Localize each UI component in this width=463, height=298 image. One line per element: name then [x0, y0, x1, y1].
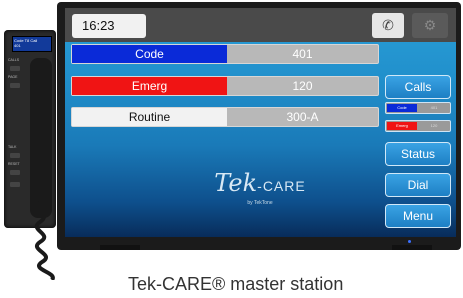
touch-screen: 16:23 ✆ ⚙ Code 401 Emerg 120 Routine 300…: [65, 8, 456, 237]
call-row[interactable]: Routine 300-A: [71, 107, 379, 127]
call-number: 120: [292, 79, 313, 93]
mini-call-row[interactable]: Emerg 120: [385, 120, 451, 132]
calls-button[interactable]: Calls: [385, 75, 451, 99]
handset-display-line2: 401: [14, 43, 21, 48]
handset-label-calls: CALLS: [8, 58, 20, 62]
call-number: 401: [292, 47, 313, 61]
handset-label-reset: RESET: [8, 162, 20, 166]
call-row[interactable]: Emerg 120: [71, 76, 379, 96]
caption: Tek-CARE® master station: [128, 274, 344, 294]
phone-icon: ✆: [382, 17, 394, 33]
logo-care: -CARE: [257, 178, 306, 194]
mini-call-row[interactable]: Code 401: [385, 102, 451, 114]
logo-byline: by TekTone: [247, 200, 273, 206]
dial-button[interactable]: Dial: [385, 173, 451, 197]
gear-icon: ⚙: [423, 17, 437, 33]
phone-button[interactable]: ✆: [372, 13, 404, 38]
mini-call-name: Code: [387, 104, 417, 112]
call-number: 300-A: [286, 110, 319, 124]
mini-call-number: 401: [430, 105, 438, 110]
handset-calls-button[interactable]: [10, 66, 20, 71]
handset-reset-button[interactable]: [10, 170, 20, 175]
clock: 16:23: [72, 14, 146, 38]
status-button[interactable]: Status: [385, 142, 451, 166]
logo-tek: Tek: [214, 169, 258, 197]
handset-page-button[interactable]: [10, 83, 20, 88]
handset-receiver[interactable]: [30, 58, 52, 218]
monitor-foot-right: [392, 245, 432, 250]
handset-extra-button[interactable]: [10, 182, 20, 187]
handset-label-talk: TALK: [8, 145, 17, 149]
call-name: Routine: [72, 108, 227, 126]
handset-talk-button[interactable]: [10, 153, 20, 158]
handset-display: Code T8 Call 401: [12, 36, 52, 52]
monitor-foot-left: [100, 245, 140, 250]
handset-label-page: PAGE: [8, 75, 18, 79]
menu-button[interactable]: Menu: [385, 204, 451, 228]
settings-button[interactable]: ⚙: [412, 13, 448, 38]
call-row[interactable]: Code 401: [71, 44, 379, 64]
mini-call-number: 120: [430, 123, 438, 128]
tek-care-logo: Tek-CARE by TekTone: [185, 170, 335, 220]
call-name: Code: [72, 45, 227, 63]
power-led: [408, 240, 411, 243]
mini-call-name: Emerg: [387, 122, 417, 130]
call-name: Emerg: [72, 77, 227, 95]
